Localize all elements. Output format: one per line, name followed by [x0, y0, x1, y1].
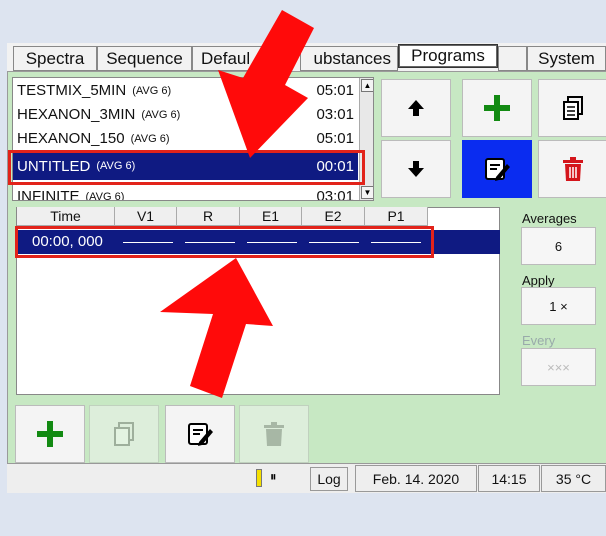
- plus-icon: [37, 421, 63, 447]
- add-step-button[interactable]: [15, 405, 85, 463]
- tab-system[interactable]: System: [527, 46, 606, 71]
- program-name: HEXANON_3MIN: [17, 106, 136, 123]
- program-avg: (AVG 6): [132, 84, 172, 97]
- program-duration: 05:01: [316, 82, 354, 99]
- every-label: Every: [522, 333, 556, 348]
- program-avg: (AVG 6): [141, 108, 181, 121]
- column-header-time: Time: [17, 207, 115, 226]
- trash-icon: [563, 157, 583, 181]
- column-header-e2: E2: [302, 207, 365, 226]
- every-field[interactable]: ×××: [521, 348, 596, 386]
- copy-icon: [563, 96, 583, 120]
- arrow-down-icon: [408, 161, 424, 177]
- delete-step-button[interactable]: [239, 405, 309, 463]
- program-item[interactable]: INFINITE (AVG 6) 03:01: [13, 185, 358, 201]
- log-button[interactable]: Log: [310, 467, 348, 491]
- copy-icon: [114, 422, 134, 446]
- add-program-button[interactable]: [462, 79, 532, 137]
- edit-program-button[interactable]: [462, 140, 532, 198]
- program-avg: (AVG 6): [85, 190, 125, 201]
- program-avg: (AVG 6): [130, 132, 170, 145]
- column-header-p1: P1: [365, 207, 428, 226]
- column-header-v1: V1: [115, 207, 177, 226]
- status-temperature: 35 °C: [541, 465, 606, 492]
- edit-icon: [485, 158, 510, 181]
- plus-icon: [484, 95, 510, 121]
- program-duration: 03:01: [316, 106, 354, 123]
- battery-icon: [256, 469, 262, 487]
- column-header-e1: E1: [240, 207, 302, 226]
- program-name: TESTMIX_5MIN: [17, 82, 127, 99]
- tab-sequence[interactable]: Sequence: [97, 46, 192, 71]
- trash-icon: [264, 422, 284, 446]
- tab-spectra[interactable]: Spectra: [13, 46, 97, 71]
- red-arrow-down-icon: [218, 10, 314, 158]
- program-name: HEXANON_150: [17, 130, 125, 147]
- tab-programs[interactable]: Programs: [398, 44, 498, 68]
- red-arrow-up-icon: [160, 258, 273, 398]
- move-up-button[interactable]: [381, 79, 451, 137]
- averages-field[interactable]: 6: [521, 227, 596, 265]
- step-row-highlight: [15, 226, 434, 258]
- copy-program-button[interactable]: [538, 79, 606, 137]
- delete-program-button[interactable]: [538, 140, 606, 198]
- program-duration: 05:01: [316, 130, 354, 147]
- program-duration: 03:01: [316, 188, 354, 201]
- arrow-up-icon: [408, 100, 424, 116]
- status-time: 14:15: [478, 465, 540, 492]
- tab-blank[interactable]: [498, 46, 527, 71]
- copy-step-button[interactable]: [89, 405, 159, 463]
- apply-field[interactable]: 1 ×: [521, 287, 596, 325]
- move-down-button[interactable]: [381, 140, 451, 198]
- apply-label: Apply: [522, 273, 555, 288]
- edit-step-button[interactable]: [165, 405, 235, 463]
- status-date: Feb. 14. 2020: [355, 465, 477, 492]
- averages-label: Averages: [522, 211, 577, 226]
- plug-icon: ⏸: [270, 469, 277, 484]
- scroll-down-icon[interactable]: ▼: [361, 186, 373, 199]
- column-header-r: R: [177, 207, 240, 226]
- edit-icon: [188, 423, 213, 446]
- scroll-up-icon[interactable]: ▲: [361, 79, 373, 92]
- program-name: INFINITE: [17, 188, 80, 201]
